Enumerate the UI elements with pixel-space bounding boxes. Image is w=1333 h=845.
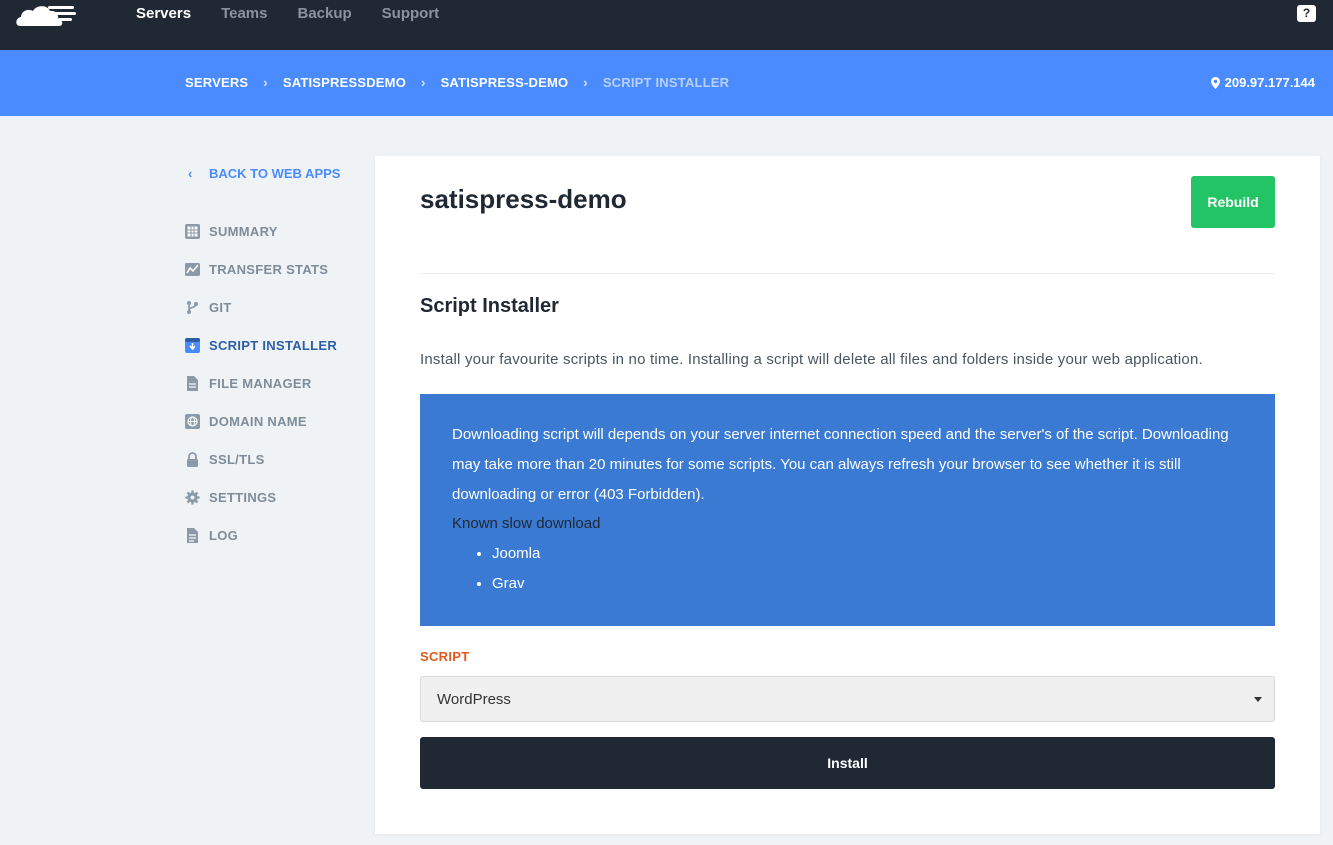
help-icon[interactable]: ? [1297,5,1316,22]
top-nav-menu: Servers Teams Backup Support [136,5,469,22]
install-button[interactable]: Install [420,737,1275,789]
slow-download-list: Joomla Grav [452,539,1243,599]
sidebar-item-label: SSL/TLS [209,451,265,467]
top-navbar: Servers Teams Backup Support ? [0,0,1333,50]
chevron-right-icon: › [421,75,426,90]
sidebar-item-summary[interactable]: SUMMARY [185,222,365,240]
rebuild-button[interactable]: Rebuild [1191,176,1275,228]
document-icon [187,527,198,543]
chevron-right-icon: › [263,75,268,90]
sidebar-item-ssl-tls[interactable]: SSL/TLS [185,450,365,468]
breadcrumb-servers[interactable]: SERVERS [185,75,248,90]
nav-servers[interactable]: Servers [136,5,191,22]
sidebar-item-label: LOG [209,527,239,543]
nav-support[interactable]: Support [382,5,440,22]
sidebar-item-label: FILE MANAGER [209,375,312,391]
cloud-logo-icon[interactable] [14,0,78,30]
caret-down-icon [1254,697,1262,702]
sidebar-item-file-manager[interactable]: FILE MANAGER [185,374,365,392]
script-select-value: WordPress [437,690,511,708]
globe-icon [185,413,200,429]
download-box-icon [185,337,200,353]
server-ip: 209.97.177.144 [1210,75,1315,90]
section-title: Script Installer [420,295,559,317]
slow-download-label: Known slow download [452,515,601,532]
nav-teams[interactable]: Teams [221,5,267,22]
chevron-left-icon: ‹ [188,165,193,181]
breadcrumb-webapp[interactable]: SATISPRESS-DEMO [441,75,569,90]
sidebar-item-domain-name[interactable]: DOMAIN NAME [185,412,365,430]
sidebar-item-label: SCRIPT INSTALLER [209,337,338,353]
sidebar-item-label: SETTINGS [209,489,277,505]
sidebar-item-transfer-stats[interactable]: TRANSFER STATS [185,260,365,278]
file-icon [187,375,198,391]
list-item: Joomla [492,539,1243,569]
nav-backup[interactable]: Backup [297,5,351,22]
map-pin-icon [1210,76,1220,89]
section-description: Install your favourite scripts in no tim… [420,351,1203,368]
lock-icon [187,451,198,467]
sidebar-item-settings[interactable]: SETTINGS [185,488,365,506]
breadcrumb-bar: SERVERS › SATISPRESSDEMO › SATISPRESS-DE… [0,50,1333,116]
script-installer-card: satispress-demo Rebuild Script Installer… [375,156,1320,834]
sidebar-item-label: SUMMARY [209,223,278,239]
sidebar-item-script-installer[interactable]: SCRIPT INSTALLER [185,336,365,354]
chevron-right-icon: › [583,75,588,90]
sidebar-item-git[interactable]: GIT [185,298,365,316]
git-branch-icon [187,300,198,314]
sidebar-item-label: TRANSFER STATS [209,261,329,277]
info-alert: Downloading script will depends on your … [420,394,1275,626]
breadcrumb-server[interactable]: SATISPRESSDEMO [283,75,406,90]
script-field-label: SCRIPT [420,649,470,664]
gear-icon [185,490,200,504]
back-label: BACK TO WEB APPS [209,165,341,181]
back-to-web-apps-link[interactable]: ‹ BACK TO WEB APPS [185,164,365,182]
list-item: Grav [492,569,1243,599]
breadcrumb: SERVERS › SATISPRESSDEMO › SATISPRESS-DE… [185,75,729,90]
server-ip-text: 209.97.177.144 [1224,75,1315,90]
chart-icon [185,262,200,276]
sidebar-item-label: GIT [209,299,232,315]
breadcrumb-current: SCRIPT INSTALLER [602,75,730,90]
script-select[interactable]: WordPress [420,676,1275,722]
sidebar-item-label: DOMAIN NAME [209,413,307,429]
divider [420,273,1275,274]
info-message: Downloading script will depends on your … [452,426,1229,503]
sidebar: ‹ BACK TO WEB APPS SUMMARY TRANSFER STAT… [185,164,365,564]
grid-icon [185,223,200,239]
sidebar-item-log[interactable]: LOG [185,526,365,544]
page-title: satispress-demo [420,184,627,214]
